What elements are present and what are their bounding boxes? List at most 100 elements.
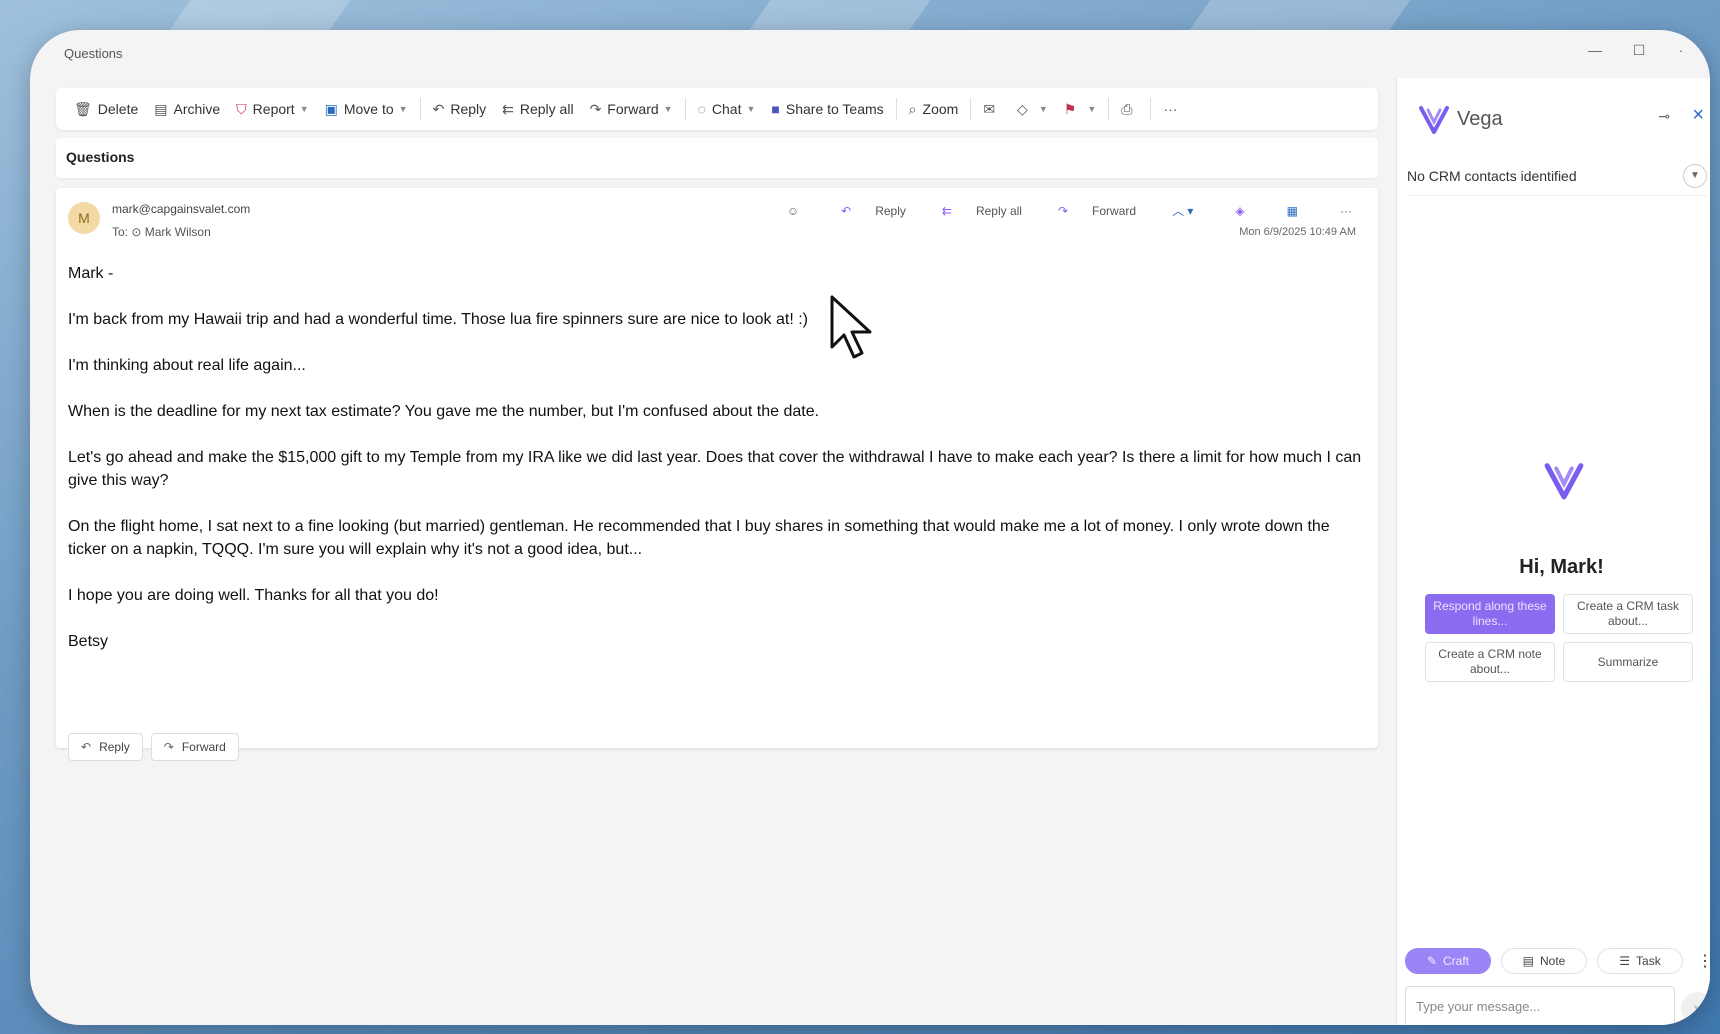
shield-icon: ⛉ <box>236 100 247 117</box>
title-bar: Questions — ☐ · <box>30 30 1710 82</box>
window-title: Questions <box>64 46 123 61</box>
toolbar-divider <box>970 98 972 120</box>
person-icon: ⊙ <box>131 225 145 239</box>
recipient-name[interactable]: Mark Wilson <box>145 225 211 239</box>
body-paragraph: Let's go ahead and make the $15,000 gift… <box>68 449 1362 489</box>
toolbar-divider <box>684 98 686 120</box>
message-reply-button[interactable]: ↶ Reply <box>823 204 906 218</box>
envelope-icon: ✉ <box>983 100 996 117</box>
message-toolbar: 🗑 Delete ▤ Archive ⛉ Report ▼ ▣ Move to ▼ ↶ Rep… <box>56 88 1378 130</box>
chat-button[interactable]: ◌ Chat ▼ <box>690 94 764 124</box>
report-button[interactable]: ⛉ Report ▼ <box>228 94 316 124</box>
vega-logo-icon <box>1417 102 1451 141</box>
panel-title: Vega <box>1457 108 1503 130</box>
reply-icon: ↶ <box>841 203 852 218</box>
print-button[interactable]: ⎙ <box>1113 94 1146 124</box>
printer-icon: ⎙ <box>1121 100 1133 117</box>
chevron-down-icon: ▼ <box>746 104 756 114</box>
chevron-down-icon[interactable]: ▼ <box>1683 164 1707 188</box>
mode-tabs: ✎ Craft ▤ Note ☰ Task ⋮ <box>1405 948 1710 974</box>
suggestion-crm-task-button[interactable]: Create a CRM task about... <box>1563 594 1693 634</box>
forward-icon: ↷ <box>589 100 602 117</box>
crm-status-text: No CRM contacts identified <box>1407 168 1577 184</box>
toolbar-divider <box>1150 98 1152 120</box>
signature-icon[interactable]: ︿ ▾ <box>1154 202 1199 219</box>
task-icon: ☰ <box>1619 954 1631 968</box>
tab-task[interactable]: ☰ Task <box>1597 948 1683 974</box>
archive-button[interactable]: ▤ Archive <box>146 94 228 124</box>
recipient-line: To: ⊙ Mark Wilson <box>112 225 211 239</box>
mouse-cursor-icon <box>830 295 880 370</box>
chat-icon: ◌ <box>697 101 706 117</box>
more-options-button[interactable]: ··· <box>1155 94 1191 124</box>
body-paragraph: Mark - <box>68 265 114 282</box>
footer-reply-button[interactable]: ↶ Reply <box>68 733 143 761</box>
wand-icon: ✎ <box>1426 954 1438 968</box>
message-body: Mark - I'm back from my Hawaii trip and … <box>68 262 1368 676</box>
reply-all-icon: ⇇ <box>502 100 514 117</box>
body-paragraph: I'm back from my Hawaii trip and had a w… <box>68 311 808 328</box>
footer-forward-button[interactable]: ↷ Forward <box>150 733 239 761</box>
loop-icon[interactable]: ◈ <box>1217 204 1250 218</box>
tab-note[interactable]: ▤ Note <box>1501 948 1587 974</box>
reply-icon: ↶ <box>81 740 92 754</box>
background-stripe <box>749 0 931 30</box>
suggestion-summarize-button[interactable]: Summarize <box>1563 642 1693 682</box>
reply-all-button[interactable]: ⇇ Reply all <box>494 94 581 124</box>
close-window-button[interactable]: · <box>1666 42 1696 58</box>
ellipsis-icon: ··· <box>1163 101 1178 117</box>
suggestion-respond-button[interactable]: Respond along these lines... <box>1425 594 1555 634</box>
share-to-teams-button[interactable]: ■ Share to Teams <box>763 94 891 124</box>
toolbar-divider <box>419 98 421 120</box>
tag-button[interactable]: ◇ ▼ <box>1009 94 1056 124</box>
message-card: M mark@capgainsvalet.com To: ⊙ Mark Wils… <box>56 188 1378 761</box>
send-button[interactable]: ➤ <box>1681 992 1710 1025</box>
flag-icon: ⚑ <box>1063 100 1077 117</box>
message-actions: ☺ ↶ Reply ⇇ Reply all ↷ Forward ︿ ▾ ◈ ▦ ··· <box>751 202 1358 219</box>
crm-status-row[interactable]: No CRM contacts identified ▼ <box>1407 156 1707 196</box>
sender-address[interactable]: mark@capgainsvalet.com <box>112 202 250 216</box>
toolbar-divider <box>895 98 897 120</box>
close-icon[interactable]: × <box>1692 104 1704 127</box>
flag-button[interactable]: ⚑ ▼ <box>1056 94 1104 124</box>
message-input[interactable]: Type your message... <box>1405 986 1675 1025</box>
zoom-button[interactable]: ⌕ Zoom <box>901 94 967 124</box>
chevron-down-icon: ▼ <box>398 104 408 114</box>
chevron-down-icon: ▼ <box>1038 104 1048 114</box>
vega-logo-icon <box>1542 458 1586 507</box>
chevron-down-icon: ▼ <box>299 104 309 114</box>
forward-button[interactable]: ↷ Forward ▼ <box>582 94 681 124</box>
reply-all-icon: ⇇ <box>941 203 952 218</box>
suggestion-crm-note-button[interactable]: Create a CRM note about... <box>1425 642 1555 682</box>
mark-read-button[interactable]: ✉ <box>975 94 1009 124</box>
greeting-text: Hi, Mark! <box>1519 556 1604 578</box>
kebab-menu-icon[interactable]: ⋮ <box>1697 951 1710 971</box>
message-more-icon[interactable]: ··· <box>1322 204 1358 218</box>
maximize-button[interactable]: ☐ <box>1624 42 1654 59</box>
archive-icon: ▤ <box>154 100 168 117</box>
forward-icon: ↷ <box>1057 203 1069 218</box>
message-reply-all-button[interactable]: ⇇ Reply all <box>924 204 1022 218</box>
emoji-icon[interactable]: ☺ <box>769 204 805 218</box>
teams-icon: ■ <box>771 101 780 117</box>
reply-button[interactable]: ↶ Reply <box>425 94 495 124</box>
note-icon: ▤ <box>1522 954 1534 968</box>
move-to-button[interactable]: ▣ Move to ▼ <box>317 94 416 124</box>
chevron-down-icon: ▼ <box>1087 104 1097 114</box>
body-paragraph: On the flight home, I sat next to a fine… <box>68 518 1330 558</box>
message-footer: ↶ Reply ↷ Forward <box>68 733 247 761</box>
apps-icon[interactable]: ▦ <box>1269 204 1304 218</box>
chevron-down-icon: ▼ <box>663 104 673 114</box>
zoom-icon: ⌕ <box>908 100 917 117</box>
message-forward-button[interactable]: ↷ Forward <box>1040 204 1136 218</box>
avatar[interactable]: M <box>68 202 100 234</box>
minimize-button[interactable]: — <box>1580 42 1610 58</box>
outlook-window: Questions — ☐ · 🗑 Delete ▤ Archive ⛉ Report… <box>30 30 1710 1025</box>
reply-icon: ↶ <box>432 100 445 117</box>
body-paragraph: Betsy <box>68 633 109 650</box>
delete-button[interactable]: 🗑 Delete <box>66 94 146 124</box>
pin-icon[interactable]: ⊸ <box>1658 108 1670 125</box>
tab-craft[interactable]: ✎ Craft <box>1405 948 1491 974</box>
vega-side-panel: Vega ⊸ × No CRM contacts identified ▼ Hi… <box>1396 78 1710 1025</box>
body-paragraph: When is the deadline for my next tax est… <box>68 403 820 420</box>
